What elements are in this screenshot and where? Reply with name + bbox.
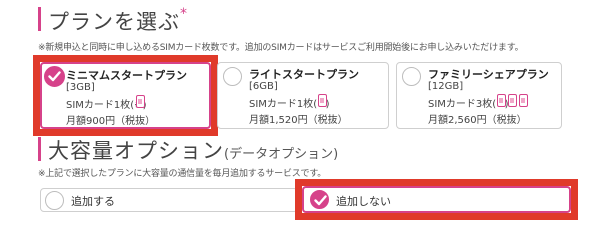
sim-card-icon: [497, 94, 506, 107]
plan-radio-light-start[interactable]: [223, 67, 242, 86]
plan-name: ミニマムスタートプラン: [66, 69, 187, 82]
option-section-note: ※上記で選択したプランに大容量の通信量を毎月追加するサービスです。: [38, 169, 327, 179]
option-section-subtitle: (データオプション): [224, 147, 339, 162]
sim-card-icon: [136, 95, 145, 108]
sim-card-icons: [497, 94, 528, 107]
option-radio-no-add[interactable]: [310, 190, 329, 209]
plan-capacity: [6GB]: [249, 81, 278, 92]
plan-section-title-text: プランを選ぶ: [48, 10, 180, 34]
sim-card-icons: [318, 94, 327, 107]
plan-name: ファミリーシェアプラン: [428, 68, 549, 81]
option-radio-add[interactable]: [45, 191, 64, 210]
option-label: 追加する: [71, 195, 115, 208]
plan-price: 月額2,560円（税抜）: [428, 115, 527, 126]
plan-section-title: プランを選ぶ*: [48, 6, 188, 36]
sim-card-icon: [519, 94, 528, 107]
plan-card-light-start[interactable]: ライトスタートプラン [6GB] SIMカード1枚(※) 月額1,520円（税抜…: [217, 62, 389, 129]
check-icon: [48, 71, 61, 82]
plan-price: 月額1,520円（税抜）: [249, 115, 348, 126]
plan-card-minimum-start[interactable]: ミニマムスタートプラン [3GB] SIMカード1枚(※) 月額900円（税抜）: [40, 62, 211, 129]
section-accent-bar: [38, 137, 41, 161]
plan-capacity: [12GB]: [428, 81, 464, 92]
plan-radio-minimum-start[interactable]: [44, 66, 65, 87]
plan-price: 月額900円（税抜）: [66, 116, 156, 127]
plan-radio-family-share[interactable]: [402, 67, 421, 86]
option-label: 追加しない: [336, 195, 391, 208]
required-mark: *: [180, 6, 188, 22]
plan-name: ライトスタートプラン: [249, 68, 359, 81]
check-icon: [314, 195, 327, 206]
sim-card-icon: [318, 94, 327, 107]
plan-section-note: ※新規申込と同時に申し込めるSIMカード枚数です。追加のSIMカードはサービスご…: [38, 43, 524, 53]
sim-card-icons: [136, 95, 145, 108]
plan-sim-count: SIMカード1枚(※): [66, 100, 147, 111]
sim-card-icon: [508, 94, 517, 107]
section-accent-bar: [38, 7, 41, 31]
option-section-title: 大容量オプション(データオプション): [48, 135, 338, 165]
option-section-title-text: 大容量オプション: [48, 139, 224, 163]
option-card-add[interactable]: 追加する: [40, 188, 298, 212]
plan-card-family-share[interactable]: ファミリーシェアプラン [12GB] SIMカード3枚(※) 月額2,560円（…: [396, 62, 562, 129]
option-card-no-add[interactable]: 追加しない: [302, 186, 571, 213]
plan-capacity: [3GB]: [66, 82, 95, 93]
